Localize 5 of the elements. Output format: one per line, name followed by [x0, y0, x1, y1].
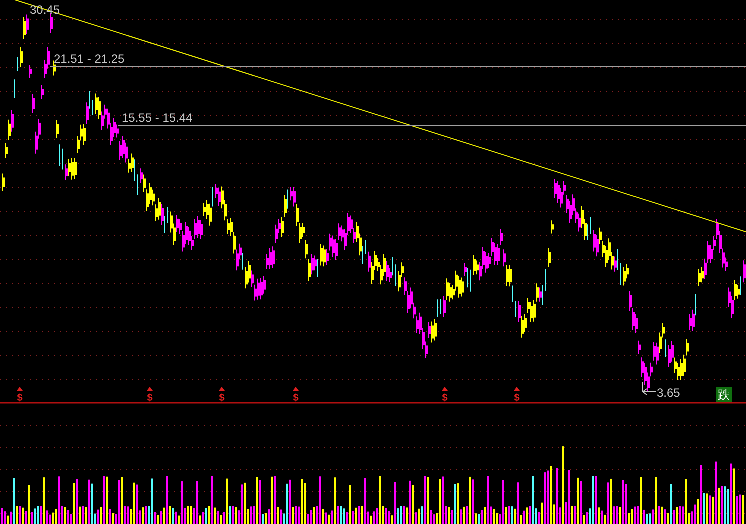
price-label: 15.55 - 15.44: [122, 111, 193, 125]
leader-arrow: [642, 382, 656, 396]
sell-signal-badge: 跌: [716, 387, 732, 402]
price-label: 21.51 - 21.25: [54, 52, 125, 66]
price-label: 3.65: [657, 386, 680, 400]
